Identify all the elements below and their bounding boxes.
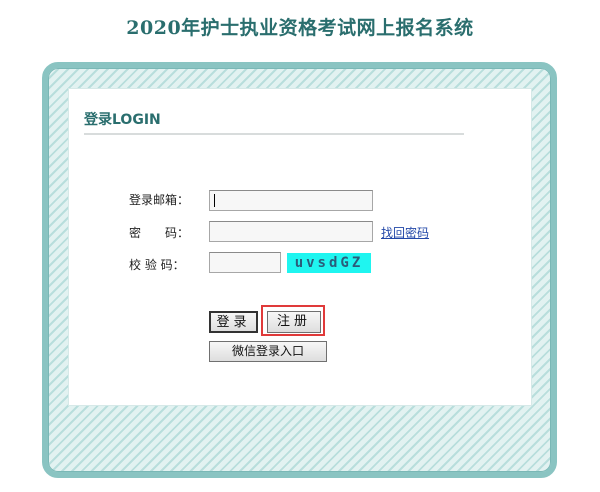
password-label: 密 码：: [129, 226, 190, 240]
login-button[interactable]: 登录: [209, 311, 258, 333]
text-caret: [214, 194, 215, 207]
wechat-login-button[interactable]: 微信登录入口: [209, 341, 327, 362]
captcha-image[interactable]: uvsdGZ: [287, 253, 371, 273]
password-field[interactable]: [209, 221, 373, 242]
email-label: 登录邮箱：: [129, 193, 190, 207]
captcha-field[interactable]: [209, 252, 281, 273]
register-button[interactable]: 注册: [267, 311, 321, 333]
heading-divider: [84, 133, 464, 135]
page-title: 2020年护士执业资格考试网上报名系统: [126, 17, 474, 39]
email-field[interactable]: [209, 190, 373, 211]
forgot-password-link[interactable]: 找回密码: [381, 224, 429, 241]
captcha-label: 校 验 码：: [129, 258, 185, 272]
login-heading: 登录LOGIN: [84, 112, 161, 128]
